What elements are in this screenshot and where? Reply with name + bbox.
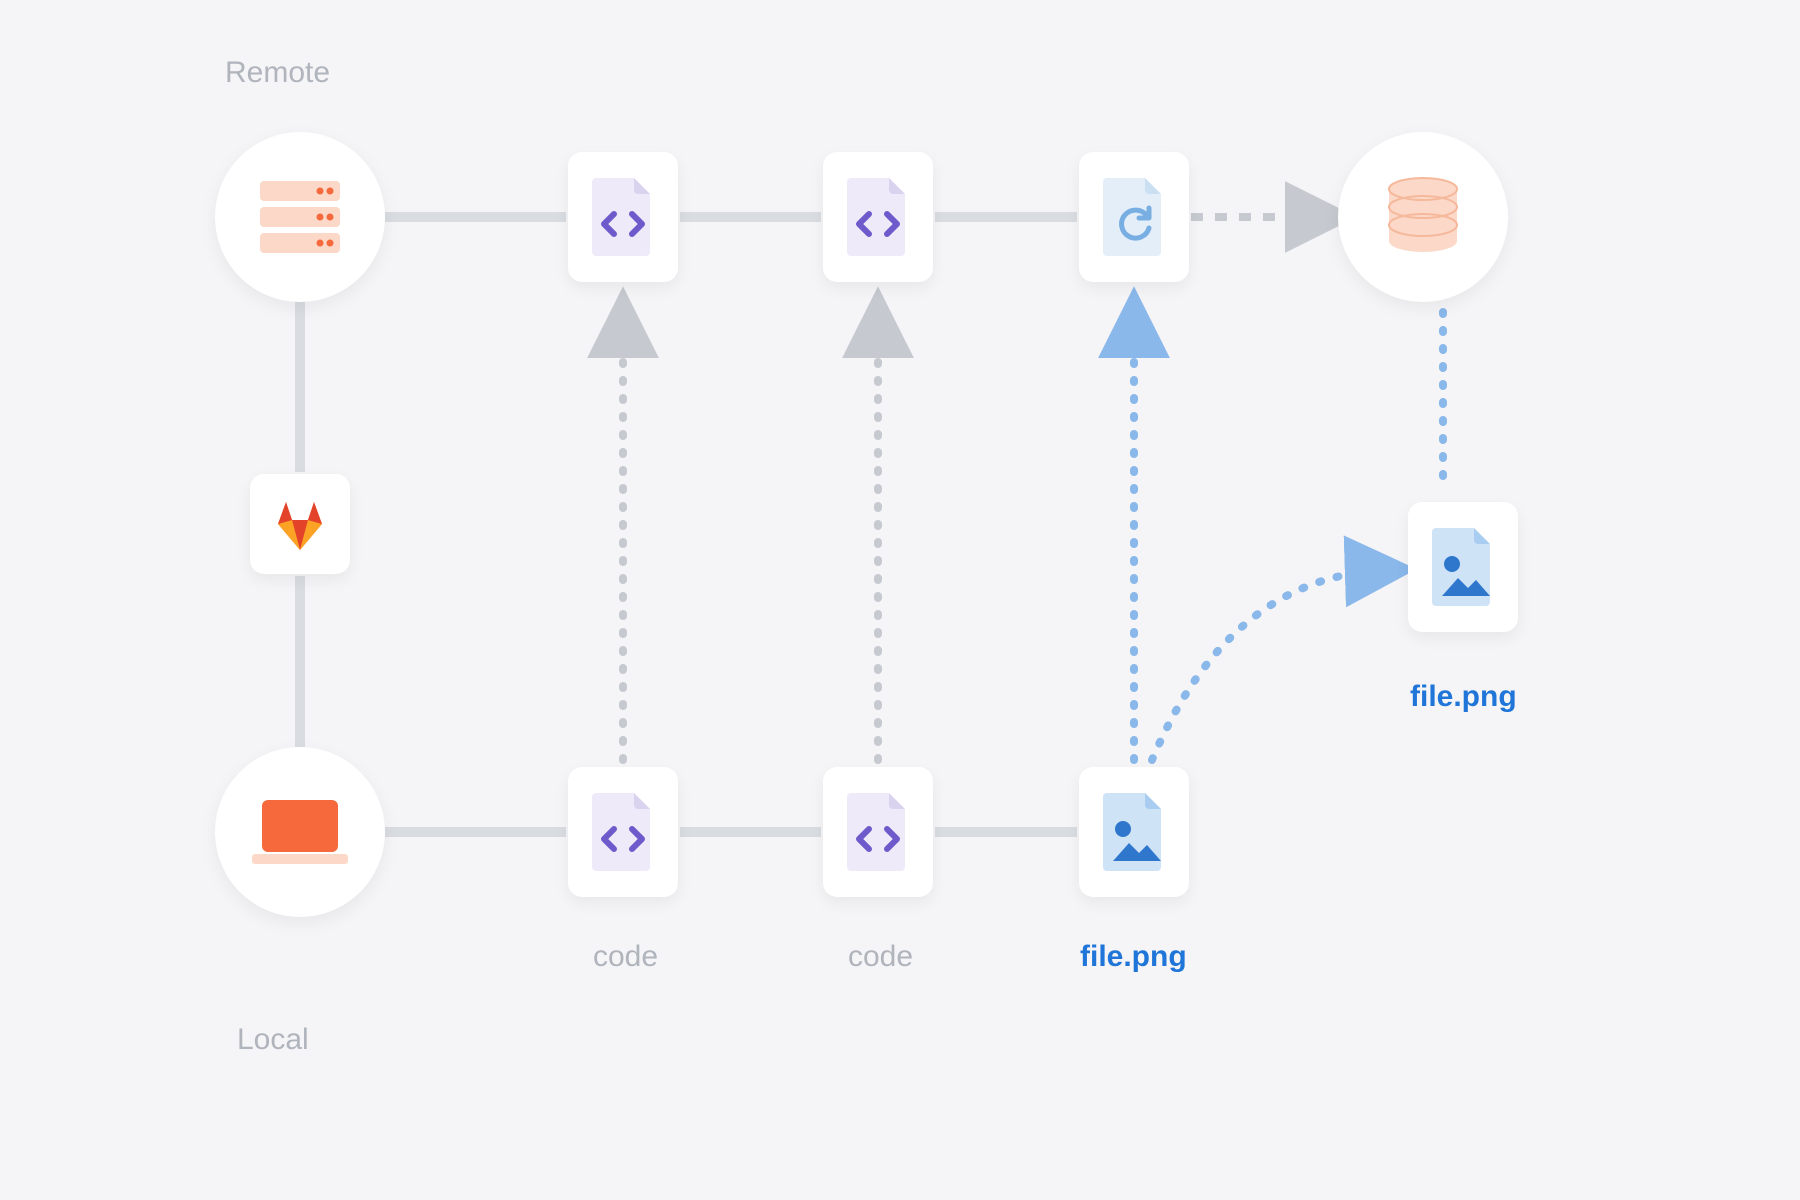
sync-file-remote <box>1079 152 1189 282</box>
diagram-stage: Remote Local code code file.png file.png <box>0 0 1800 1200</box>
database-node <box>1338 132 1508 302</box>
remote-label: Remote <box>225 56 330 90</box>
code-file-icon <box>588 789 658 875</box>
image-file-local <box>1079 767 1189 897</box>
code-file-icon <box>843 174 913 260</box>
code-label-1: code <box>593 940 658 974</box>
sync-file-icon <box>1099 174 1169 260</box>
code-file-icon <box>588 174 658 260</box>
code-file-remote-2 <box>823 152 933 282</box>
image-file-icon <box>1099 789 1169 875</box>
image-file-icon <box>1428 524 1498 610</box>
local-label: Local <box>237 1023 309 1057</box>
code-file-remote-1 <box>568 152 678 282</box>
server-icon <box>250 167 350 267</box>
image-file-remote <box>1408 502 1518 632</box>
code-file-local-1 <box>568 767 678 897</box>
database-icon <box>1373 167 1473 267</box>
code-label-2: code <box>848 940 913 974</box>
laptop-icon <box>240 782 360 882</box>
laptop-node <box>215 747 385 917</box>
code-file-local-2 <box>823 767 933 897</box>
file-local-label: file.png <box>1080 940 1187 974</box>
code-file-icon <box>843 789 913 875</box>
file-remote-label: file.png <box>1410 680 1517 714</box>
gitlab-node <box>250 474 350 574</box>
gitlab-icon <box>268 492 332 556</box>
server-node <box>215 132 385 302</box>
